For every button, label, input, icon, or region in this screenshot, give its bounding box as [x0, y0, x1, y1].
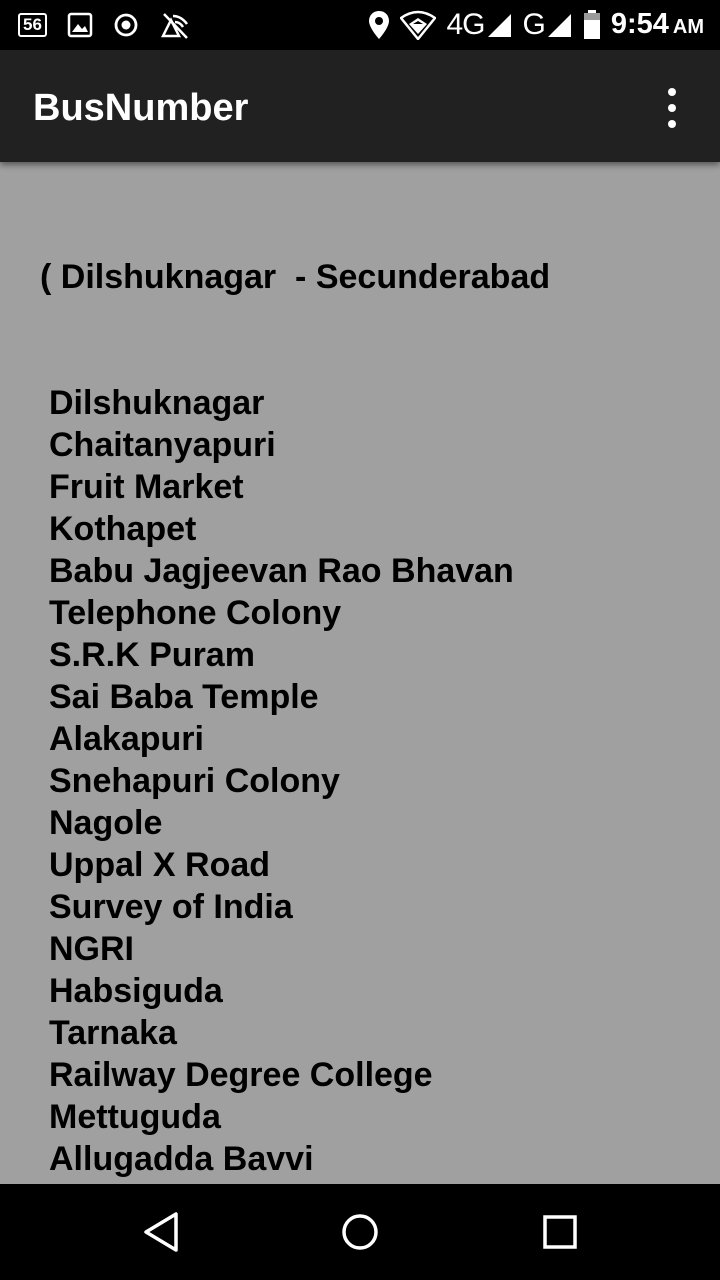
route-stop-item: Allugadda Bavvi: [49, 1140, 314, 1178]
status-bar: 56 4G G 9:54 AM: [0, 0, 720, 50]
route-stop-item: Fruit Market: [49, 468, 244, 506]
app-bar: BusNumber: [0, 50, 720, 162]
route-stop-item: Nagole: [49, 804, 163, 842]
route-stop-item: Telephone Colony: [49, 594, 342, 632]
notification-56-icon: 56: [18, 13, 47, 37]
no-signal-icon: [160, 13, 188, 39]
overflow-dot: [668, 120, 676, 128]
app-title: BusNumber: [33, 87, 249, 129]
route-stop-item: Dilshuknagar: [49, 384, 265, 422]
route-content: ( Dilshuknagar - Secunderabad Dilshuknag…: [0, 162, 720, 1220]
image-icon: [67, 12, 93, 38]
route-stop-item: Uppal X Road: [49, 846, 271, 884]
clock-ampm: AM: [672, 15, 704, 38]
sync-icon: [114, 13, 138, 37]
battery-icon: [583, 10, 600, 39]
clock-time: 9:54: [610, 7, 669, 40]
route-stop-item: Sai Baba Temple: [49, 678, 319, 716]
route-stop-item: Railway Degree College: [49, 1056, 433, 1094]
signal-g-icon: [547, 14, 571, 37]
route-header: ( Dilshuknagar - Secunderabad: [40, 258, 551, 296]
route-stop-item: Habsiguda: [49, 972, 223, 1010]
status-bar-system: 4G G 9:54 AM: [368, 6, 704, 44]
route-stop-item: Survey of India: [49, 888, 293, 926]
route-stop-item: NGRI: [49, 930, 134, 968]
route-stop-item: Tarnaka: [49, 1014, 177, 1052]
route-stop-item: S.R.K Puram: [49, 636, 255, 674]
route-stop-item: Kothapet: [49, 510, 197, 548]
network-g-label: G: [522, 8, 546, 41]
route-stop-item: Mettuguda: [49, 1098, 221, 1136]
signal-4g-icon: [487, 14, 511, 37]
network-4g-label: 4G: [446, 8, 485, 41]
route-stop-item: Snehapuri Colony: [49, 762, 340, 800]
clock: 9:54 AM: [611, 7, 704, 44]
route-stop-item: Babu Jagjeevan Rao Bhavan: [49, 552, 514, 590]
route-stop-item: Alakapuri: [49, 720, 204, 758]
overflow-dot: [668, 88, 676, 96]
wifi-icon: [400, 10, 437, 40]
route-stop-list: ( Dilshuknagar - Secunderabad Dilshuknag…: [40, 172, 550, 1222]
route-stop-item: Secunderabad): [49, 1182, 295, 1220]
location-icon: [369, 11, 390, 39]
route-stop-item: Chaitanyapuri: [49, 426, 276, 464]
status-bar-notifications: 56: [18, 8, 191, 42]
overflow-menu-icon[interactable]: [660, 88, 684, 128]
overflow-dot: [668, 104, 676, 112]
